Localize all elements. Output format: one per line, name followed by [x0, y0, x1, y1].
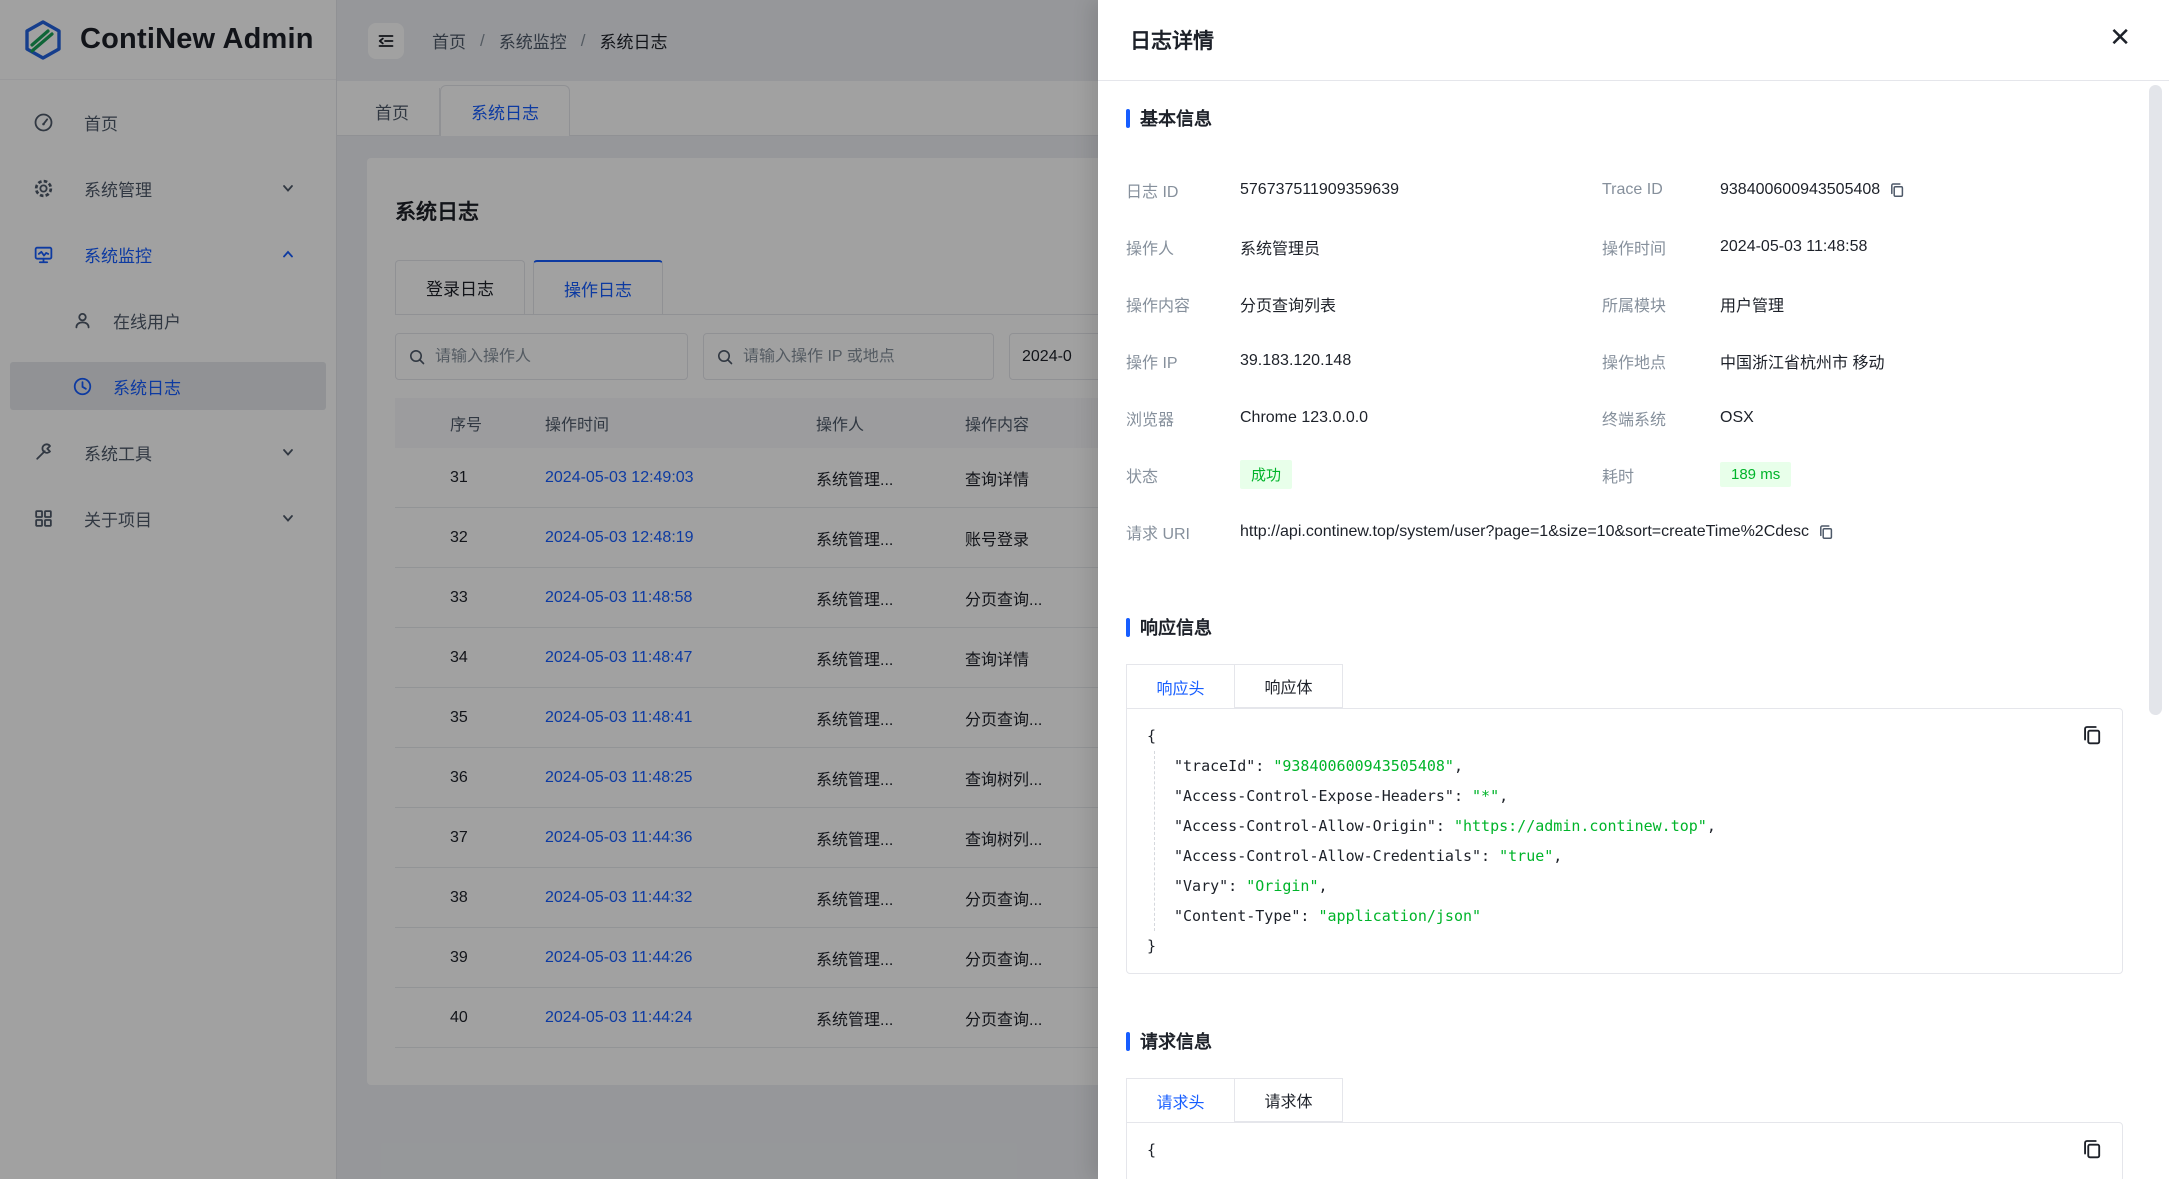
field-label: 请求 URI [1126, 520, 1240, 544]
copy-icon[interactable] [1817, 523, 1835, 541]
field-label: 操作 IP [1126, 349, 1240, 373]
field-row: 操作内容 分页查询列表 所属模块 用户管理 [1126, 275, 2123, 332]
response-headers-code: { "traceId": "938400600943505408", "Acce… [1126, 708, 2123, 974]
log-detail-drawer: 日志详情 ✕ 基本信息 日志 ID 576737511909359639 Tra… [1098, 0, 2169, 1179]
field-label: Trace ID [1602, 181, 1720, 199]
section-accent-bar [1126, 618, 1130, 637]
code-line: "Content-Type": "application/json" [1174, 901, 2102, 931]
drawer-scrollbar[interactable] [2149, 85, 2162, 715]
close-icon[interactable]: ✕ [2109, 24, 2131, 50]
field-row: 浏览器 Chrome 123.0.0.0 终端系统 OSX [1126, 389, 2123, 446]
drawer-header: 日志详情 ✕ [1098, 0, 2169, 81]
copy-icon[interactable] [2080, 723, 2104, 747]
tab-response-body[interactable]: 响应体 [1234, 664, 1343, 708]
tab-response-headers[interactable]: 响应头 [1126, 664, 1235, 708]
code-line: { [1147, 1135, 2102, 1165]
code-line: "Access-Control-Allow-Credentials": "tru… [1174, 841, 2102, 871]
drawer-body: 基本信息 日志 ID 576737511909359639 Trace ID 9… [1098, 81, 2169, 1179]
field-value-log-id: 576737511909359639 [1240, 181, 1399, 199]
field-label: 终端系统 [1602, 406, 1720, 430]
request-tabs: 请求头 请求体 [1126, 1078, 2123, 1122]
section-title-text: 响应信息 [1140, 614, 1212, 640]
field-value-operation-content: 分页查询列表 [1240, 292, 1336, 316]
tab-request-headers[interactable]: 请求头 [1126, 1078, 1235, 1122]
section-response-info: 响应信息 [1126, 614, 2123, 640]
field-row: 日志 ID 576737511909359639 Trace ID 938400… [1126, 161, 2123, 218]
field-value-operation-time: 2024-05-03 11:48:58 [1720, 238, 1867, 256]
field-label: 所属模块 [1602, 292, 1720, 316]
section-basic-info: 基本信息 [1126, 105, 2123, 131]
field-label: 状态 [1126, 463, 1240, 487]
field-value-request-uri: http://api.continew.top/system/user?page… [1240, 523, 1809, 541]
field-label: 日志 ID [1126, 178, 1240, 202]
copy-icon[interactable] [2080, 1137, 2104, 1161]
drawer-title: 日志详情 [1130, 25, 1214, 55]
field-value-os: OSX [1720, 409, 1754, 427]
field-label: 操作地点 [1602, 349, 1720, 373]
field-row: 操作人 系统管理员 操作时间 2024-05-03 11:48:58 [1126, 218, 2123, 275]
section-title-text: 基本信息 [1140, 105, 1212, 131]
field-row: 操作 IP 39.183.120.148 操作地点 中国浙江省杭州市 移动 [1126, 332, 2123, 389]
code-line: "Access-Control-Allow-Origin": "https://… [1174, 811, 2102, 841]
code-line: { [1147, 721, 2102, 751]
field-value-browser: Chrome 123.0.0.0 [1240, 409, 1368, 427]
copy-icon[interactable] [1888, 181, 1906, 199]
field-label: 操作时间 [1602, 235, 1720, 259]
request-headers-code: { [1126, 1122, 2123, 1179]
code-line: "Vary": "Origin", [1174, 871, 2102, 901]
field-label: 操作内容 [1126, 292, 1240, 316]
field-label: 操作人 [1126, 235, 1240, 259]
field-label: 耗时 [1602, 463, 1720, 487]
field-row: 状态 成功 耗时 189 ms [1126, 446, 2123, 503]
field-label: 浏览器 [1126, 406, 1240, 430]
code-line: "traceId": "938400600943505408", [1174, 751, 2102, 781]
section-accent-bar [1126, 109, 1130, 128]
section-accent-bar [1126, 1032, 1130, 1051]
tab-request-body[interactable]: 请求体 [1234, 1078, 1343, 1122]
elapsed-badge: 189 ms [1720, 462, 1791, 487]
field-value-operator: 系统管理员 [1240, 235, 1320, 259]
section-title-text: 请求信息 [1140, 1028, 1212, 1054]
field-value-module: 用户管理 [1720, 292, 1784, 316]
status-badge: 成功 [1240, 460, 1292, 489]
field-row: 请求 URI http://api.continew.top/system/us… [1126, 503, 2123, 560]
field-value-trace-id: 938400600943505408 [1720, 181, 1880, 199]
code-line: "Access-Control-Expose-Headers": "*", [1174, 781, 2102, 811]
code-line: } [1147, 931, 2102, 961]
field-value-ip: 39.183.120.148 [1240, 352, 1351, 370]
field-value-location: 中国浙江省杭州市 移动 [1720, 349, 1884, 373]
section-request-info: 请求信息 [1126, 1028, 2123, 1054]
drawer-mask[interactable] [0, 0, 1098, 1179]
code-indent-block: "traceId": "938400600943505408", "Access… [1154, 751, 2102, 931]
response-tabs: 响应头 响应体 [1126, 664, 2123, 708]
